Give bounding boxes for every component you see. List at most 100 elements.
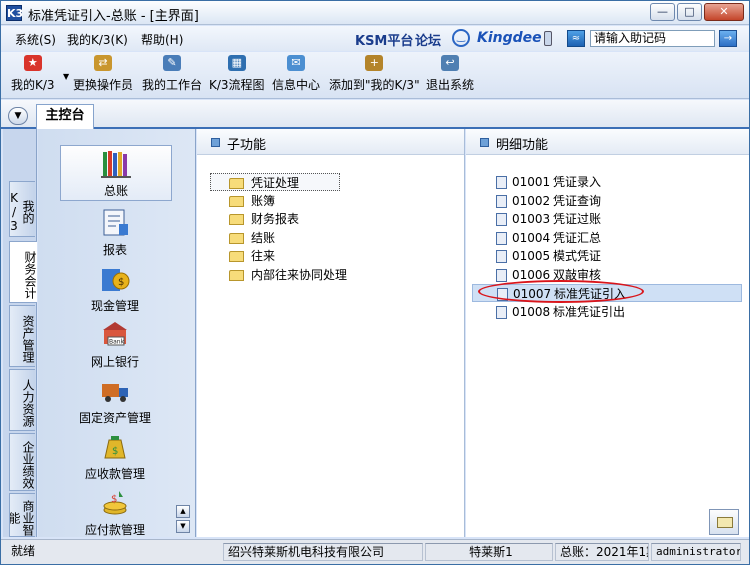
toolbar-add-favorite-button[interactable]: + 添加到"我的K/3"	[329, 55, 420, 93]
module-online-bank[interactable]: Bank 网上银行	[40, 317, 190, 373]
module-label: 应收款管理	[84, 467, 145, 481]
phone-icon[interactable]	[544, 31, 552, 46]
menu-my-k3[interactable]: 我的K/3(K)	[67, 31, 128, 48]
folder-icon	[229, 196, 244, 207]
category-rail: 我的K/3 财务会计 资产管理 人力资源 企业绩效 商业智能	[3, 129, 37, 537]
folder-icon	[229, 270, 244, 281]
detail-function-item[interactable]: 01001 凭证录入	[472, 173, 742, 191]
folder-icon	[229, 251, 244, 262]
sub-function-label: 往来	[251, 249, 276, 263]
detail-code: 01006	[512, 268, 551, 282]
toolbar-label: 更换操作员	[73, 78, 134, 92]
svg-text:Bank: Bank	[109, 339, 125, 346]
online-bank-icon: Bank	[103, 322, 127, 346]
sub-function-item[interactable]: 账簿	[211, 192, 421, 210]
detail-function-item-selected[interactable]: 01007 标准凭证引入	[472, 284, 742, 302]
status-company: 绍兴特莱斯机电科技有限公司	[223, 543, 423, 561]
document-icon	[496, 176, 507, 189]
dropdown-arrow-icon[interactable]: ▼	[63, 72, 69, 81]
smiley-icon[interactable]: ‿	[452, 29, 470, 47]
folder-icon	[229, 233, 244, 244]
detail-function-item[interactable]: 01002 凭证查询	[472, 192, 742, 210]
rail-tab-bi[interactable]: 商业智能	[9, 493, 35, 537]
detail-function-title: 明细功能	[496, 138, 549, 153]
go-button[interactable]: →	[719, 30, 737, 47]
detail-code: 01003	[512, 212, 551, 226]
star-icon: ★	[23, 55, 42, 71]
menu-bar: 系统(S) 我的K/3(K) 帮助(H) KSM平台 论坛 ‿ Kingdee …	[1, 26, 749, 51]
maximize-button[interactable]: □	[677, 3, 702, 21]
toolbar-switch-operator-button[interactable]: ⇄ 更换操作员	[73, 55, 133, 93]
module-label: 总账	[103, 184, 128, 198]
status-text: 就绪	[11, 544, 36, 558]
module-fixed-assets[interactable]: 固定资产管理	[40, 373, 190, 429]
tab-main-console[interactable]: 主控台	[36, 104, 94, 129]
minimize-button[interactable]: —	[650, 3, 675, 21]
close-button[interactable]: ✕	[704, 3, 744, 21]
toolbar-label: 我的K/3	[11, 78, 55, 92]
rail-tab-performance[interactable]: 企业绩效	[9, 433, 35, 491]
user-switch-icon: ⇄	[94, 55, 112, 71]
detail-function-item[interactable]: 01006 双敲审核	[472, 266, 742, 284]
module-scroll-up-button[interactable]: ▲	[176, 505, 190, 518]
sub-function-item[interactable]: 内部往来协同处理	[211, 266, 421, 284]
menu-help[interactable]: 帮助(H)	[141, 31, 183, 48]
toolbar-label: 我的工作台	[142, 78, 203, 92]
assist-code-input[interactable]: 请输入助记码	[590, 30, 715, 47]
detail-name: 标准凭证引入	[554, 287, 627, 301]
rail-tab-hr[interactable]: 人力资源	[9, 369, 35, 431]
sub-function-item[interactable]: 结账	[211, 229, 421, 247]
module-general-ledger[interactable]: 总账	[60, 145, 172, 201]
flowchart-icon: ▦	[227, 55, 246, 71]
detail-function-item[interactable]: 01008 标准凭证引出	[472, 303, 742, 321]
sub-function-label: 内部往来协同处理	[251, 268, 348, 282]
rail-tab-finance[interactable]: 财务会计	[9, 241, 37, 303]
sub-function-item[interactable]: 凭证处理	[210, 173, 340, 191]
rail-tab-my-k3[interactable]: 我的K/3	[7, 181, 35, 237]
envelope-icon	[717, 517, 733, 528]
svg-text:$: $	[112, 446, 118, 457]
toolbar-label: K/3流程图	[209, 78, 265, 92]
toolbar-label: 退出系统	[426, 78, 475, 92]
module-list: 总账 报表 $ 现金管理 Bank 网上银行 固定资产管理 $ 应收款管理 $ …	[38, 129, 196, 537]
detail-code: 01005	[512, 249, 551, 263]
message-icon: ✉	[287, 55, 305, 71]
ksm-platform-link[interactable]: KSM平台	[355, 30, 413, 49]
desk-icon: ✎	[163, 55, 181, 71]
module-receivables[interactable]: $ 应收款管理	[40, 429, 190, 485]
toolbar-my-k3-button[interactable]: ★ 我的K/3	[11, 55, 55, 93]
rail-tab-assets[interactable]: 资产管理	[9, 305, 35, 367]
cash-management-icon: $	[102, 269, 130, 291]
ledger-books-icon	[101, 151, 131, 178]
module-scroll-down-button[interactable]: ▼	[176, 520, 190, 533]
svg-text:$: $	[118, 277, 124, 288]
toolbar-flowchart-button[interactable]: ▦ K/3流程图	[209, 55, 265, 93]
detail-name: 凭证查询	[553, 194, 602, 208]
detail-function-item[interactable]: 01005 模式凭证	[472, 247, 742, 265]
sub-function-title: 子功能	[227, 138, 267, 153]
header-square-icon	[480, 138, 489, 147]
message-envelope-button[interactable]	[709, 509, 739, 535]
receivable-moneybag-icon: $	[104, 436, 126, 459]
toolbar-label: 添加到"我的K/3"	[329, 78, 420, 92]
detail-code: 01008	[512, 305, 551, 319]
header-square-icon	[211, 138, 220, 147]
title-bar[interactable]: K3 标准凭证引入-总账 - [主界面] — □ ✕	[1, 1, 749, 25]
tab-scroll-button[interactable]: ▼	[8, 107, 28, 125]
menu-system[interactable]: 系统(S)	[15, 31, 56, 48]
folder-icon	[229, 214, 244, 225]
sub-function-label: 账簿	[251, 194, 276, 208]
report-icon	[103, 209, 128, 236]
sub-function-item[interactable]: 往来	[211, 247, 421, 265]
module-payables[interactable]: $ 应付款管理	[40, 485, 190, 537]
detail-function-item[interactable]: 01003 凭证过账	[472, 210, 742, 228]
module-label: 网上银行	[90, 355, 139, 369]
sub-function-item[interactable]: 财务报表	[211, 210, 421, 228]
toolbar-exit-button[interactable]: ↩ 退出系统	[426, 55, 474, 93]
detail-function-item[interactable]: 01004 凭证汇总	[472, 229, 742, 247]
module-reports[interactable]: 报表	[40, 205, 190, 261]
toolbar-info-center-button[interactable]: ✉ 信息中心	[272, 55, 320, 93]
module-cash-management[interactable]: $ 现金管理	[40, 261, 190, 317]
forum-link[interactable]: 论坛	[415, 30, 441, 49]
toolbar-workbench-button[interactable]: ✎ 我的工作台	[142, 55, 202, 93]
